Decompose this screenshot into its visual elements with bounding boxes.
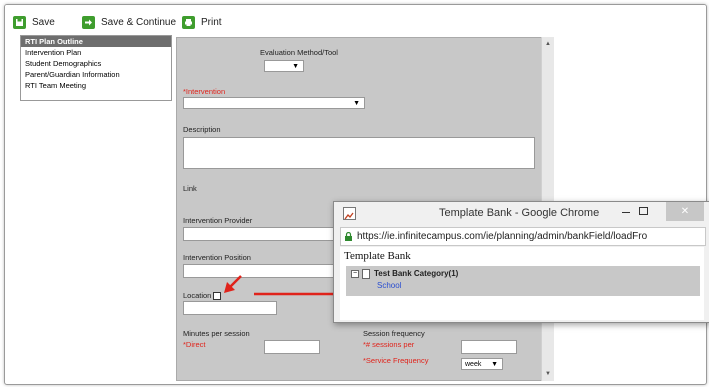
lock-icon [344, 231, 353, 241]
annotation-arrows [224, 275, 347, 299]
minimize-icon[interactable] [622, 212, 630, 213]
close-button[interactable]: ✕ [666, 202, 704, 221]
template-bank-popup: Template Bank - Google Chrome ✕ https://… [333, 201, 709, 323]
tree-item-school[interactable]: School [377, 281, 401, 290]
app-window: Save Save & Continue Print RTI Plan Outl… [4, 4, 707, 385]
tree-category[interactable]: Test Bank Category(1) [374, 269, 458, 278]
template-tree: − Test Bank Category(1) School [346, 266, 700, 296]
popup-title: Template Bank - Google Chrome [439, 207, 600, 219]
url-text: https://ie.infinitecampus.com/ie/plannin… [357, 231, 648, 242]
close-icon: ✕ [680, 206, 690, 217]
collapse-icon[interactable]: − [351, 270, 359, 278]
popup-body: Template Bank − Test Bank Category(1) Sc… [340, 247, 704, 320]
app-icon [343, 207, 356, 220]
template-bank-heading: Template Bank [344, 250, 411, 262]
popup-titlebar[interactable]: Template Bank - Google Chrome ✕ [334, 202, 709, 224]
url-bar[interactable]: https://ie.infinitecampus.com/ie/plannin… [340, 227, 706, 246]
maximize-icon[interactable] [639, 207, 648, 215]
document-icon [362, 269, 370, 279]
